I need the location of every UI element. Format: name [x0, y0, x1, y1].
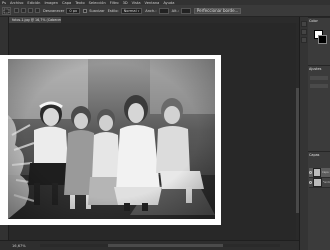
menu-item-help[interactable]: Ayuda: [163, 1, 174, 5]
canvas-area[interactable]: [0, 23, 299, 240]
horizontal-scroll-thumb[interactable]: [108, 244, 223, 247]
menu-item-type[interactable]: Texto: [75, 1, 84, 5]
adjustments-row[interactable]: [310, 76, 328, 80]
feather-input[interactable]: 0 px: [66, 7, 81, 14]
new-selection-button[interactable]: [14, 8, 19, 13]
layer-name: Fondo: [322, 181, 330, 184]
width-input[interactable]: [158, 7, 169, 14]
subtract-selection-button[interactable]: [28, 8, 33, 13]
feather-group: Desvanecer 0 px: [43, 7, 81, 14]
menu-item-view[interactable]: Vista: [132, 1, 141, 5]
refine-edge-button[interactable]: Perfeccionar borde...: [193, 7, 242, 14]
brush-panel-button[interactable]: [301, 37, 307, 43]
menu-item-app[interactable]: Ps: [2, 1, 6, 5]
photo-image: [0, 55, 221, 225]
color-panel-tab[interactable]: Color: [308, 18, 330, 24]
width-label: Anch.:: [145, 8, 157, 13]
menu-item-edit[interactable]: Edición: [27, 1, 40, 5]
antialias-label: Suavizar: [89, 8, 105, 13]
style-value: Normal: [123, 8, 137, 13]
options-bar: Desvanecer 0 px Suavizar Estilo: Normal …: [0, 5, 330, 17]
properties-panel-button[interactable]: [301, 29, 307, 35]
layers-panel: Capas Capa 1 Fondo: [308, 151, 330, 250]
height-group: Alt.:: [171, 7, 191, 14]
chevron-down-icon: ▾: [137, 8, 140, 13]
style-group: Estilo: Normal ▾: [107, 7, 143, 14]
color-panel: Color: [308, 17, 330, 65]
layer-thumbnail: [312, 168, 321, 177]
status-bar: 16,67%: [0, 240, 300, 250]
tool-preset-picker[interactable]: [2, 6, 11, 15]
adjustments-panel-tab[interactable]: Ajustes: [308, 66, 330, 72]
history-panel-button[interactable]: [301, 21, 307, 27]
zoom-level[interactable]: 16,67%: [12, 244, 26, 248]
menu-item-image[interactable]: Imagen: [44, 1, 58, 5]
adjustments-row[interactable]: [310, 84, 328, 88]
height-label: Alt.:: [171, 8, 179, 13]
height-input[interactable]: [180, 7, 191, 14]
layer-thumbnail: [312, 178, 322, 187]
eye-icon[interactable]: [309, 171, 312, 174]
layer-row[interactable]: Capa 1: [309, 168, 330, 178]
width-group: Anch.:: [145, 7, 169, 14]
menu-item-window[interactable]: Ventana: [145, 1, 160, 5]
feather-label: Desvanecer: [43, 8, 65, 13]
selection-mode-group: [14, 8, 40, 13]
family-photo: [8, 59, 215, 219]
layer-name: Capa 1: [322, 171, 330, 174]
adjustments-panel: Ajustes: [308, 65, 330, 151]
collapsed-panel-strip: [299, 17, 308, 250]
antialias-group: Suavizar: [83, 8, 105, 13]
menu-item-file[interactable]: Archivo: [10, 1, 23, 5]
style-select[interactable]: Normal ▾: [120, 7, 143, 14]
horizontal-scrollbar[interactable]: [40, 244, 280, 247]
menu-item-3d[interactable]: 3D: [123, 1, 128, 5]
marquee-icon: [3, 8, 10, 13]
style-label: Estilo:: [107, 8, 119, 13]
menu-item-select[interactable]: Selección: [89, 1, 106, 5]
layer-row[interactable]: Fondo: [309, 178, 330, 188]
panel-dock: Color Ajustes Capas Capa 1 Fondo: [308, 17, 330, 250]
menu-item-filter[interactable]: Filtro: [110, 1, 119, 5]
intersect-selection-button[interactable]: [35, 8, 40, 13]
eye-icon[interactable]: [309, 181, 312, 184]
antialias-checkbox[interactable]: [83, 8, 88, 13]
layers-panel-tab[interactable]: Capas: [308, 152, 330, 158]
background-color-swatch[interactable]: [318, 35, 327, 44]
menu-item-layer[interactable]: Capa: [62, 1, 71, 5]
add-selection-button[interactable]: [21, 8, 26, 13]
